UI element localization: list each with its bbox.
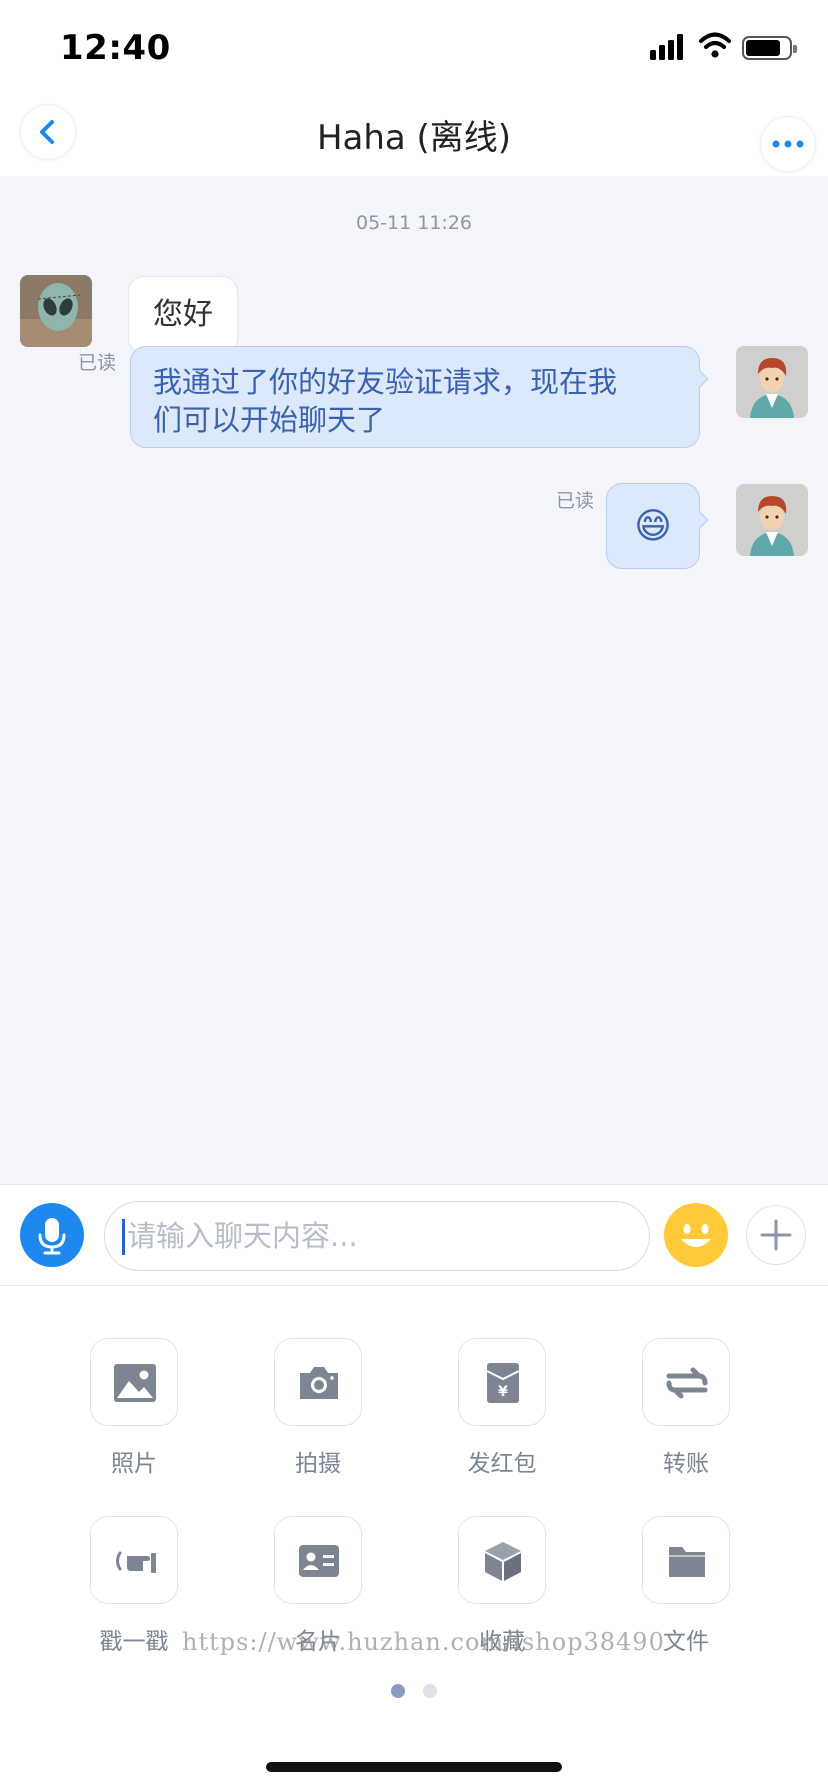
favorites-box-icon [485, 1542, 521, 1581]
ellipsis-icon [772, 140, 804, 148]
page-indicator-dot[interactable] [423, 1684, 437, 1698]
read-status: 已读 [78, 352, 117, 374]
tool-label: 转账 [663, 1451, 709, 1477]
chat-message-list[interactable]: 05-11 11:26 您好 已读 我通过了你的好友验证请求，现在我 们可以开始… [0, 176, 828, 1184]
svg-text:¥: ¥ [498, 1384, 508, 1400]
tool-photo[interactable]: 照片 [69, 1338, 199, 1478]
status-time: 12:40 [60, 28, 171, 68]
transfer-icon [666, 1367, 708, 1399]
poke-icon [116, 1551, 156, 1573]
text-cursor [122, 1219, 125, 1255]
smiley-icon [681, 1224, 711, 1247]
tool-label: 拍摄 [295, 1451, 341, 1477]
tool-poke[interactable]: 戳一戳 [69, 1516, 199, 1656]
alien-avatar-image [20, 275, 92, 347]
message-timestamp: 05-11 11:26 [355, 212, 472, 234]
watermark-text: https://www.huzhan.com/ishop38490 [182, 1628, 665, 1656]
chat-title: Haha (离线) [316, 118, 512, 158]
grinning-face-emoji: 😄 [634, 506, 672, 547]
folder-icon [669, 1547, 705, 1577]
emoji-button[interactable] [664, 1203, 728, 1267]
tool-label: 戳一戳 [99, 1629, 169, 1655]
more-actions-button[interactable] [746, 1205, 806, 1265]
message-input[interactable] [104, 1201, 650, 1271]
chat-input-bar [0, 1184, 828, 1286]
status-bar: 12:40 [0, 0, 828, 96]
plus-icon [760, 1219, 792, 1251]
outgoing-emoji-bubble[interactable]: 😄 [606, 483, 709, 569]
outgoing-message-bubble[interactable]: 我通过了你的好友验证请求，现在我 们可以开始聊天了 [130, 346, 709, 448]
tool-transfer[interactable]: 转账 [621, 1338, 751, 1478]
photo-icon [114, 1364, 156, 1402]
voice-input-button[interactable] [20, 1203, 84, 1267]
home-indicator[interactable] [266, 1762, 562, 1772]
wifi-icon [699, 32, 731, 58]
page-indicator-dot-active[interactable] [391, 1684, 405, 1698]
cartoon-man-avatar-image [736, 346, 808, 418]
red-packet-icon: ¥ [486, 1363, 520, 1403]
contact-avatar[interactable] [20, 275, 92, 347]
cellular-signal-icon [650, 34, 686, 60]
read-status: 已读 [556, 490, 595, 512]
my-avatar[interactable] [736, 346, 808, 418]
tool-camera[interactable]: 拍摄 [253, 1338, 383, 1478]
camera-icon [300, 1367, 338, 1399]
contact-card-icon [299, 1545, 339, 1577]
my-avatar[interactable] [736, 484, 808, 556]
tool-red-packet[interactable]: ¥ 发红包 [437, 1338, 567, 1478]
microphone-icon [38, 1218, 66, 1255]
incoming-message-bubble[interactable]: 您好 [128, 276, 238, 354]
message-line: 我通过了你的好友验证请求，现在我 [153, 365, 618, 399]
battery-icon [742, 36, 797, 60]
cartoon-man-avatar-image [736, 484, 808, 556]
message-line: 们可以开始聊天了 [153, 403, 386, 437]
more-options-button[interactable] [760, 116, 816, 172]
tool-label: 照片 [111, 1451, 157, 1477]
tool-label: 发红包 [467, 1451, 537, 1477]
nav-bar: Haha (离线) [0, 96, 828, 176]
